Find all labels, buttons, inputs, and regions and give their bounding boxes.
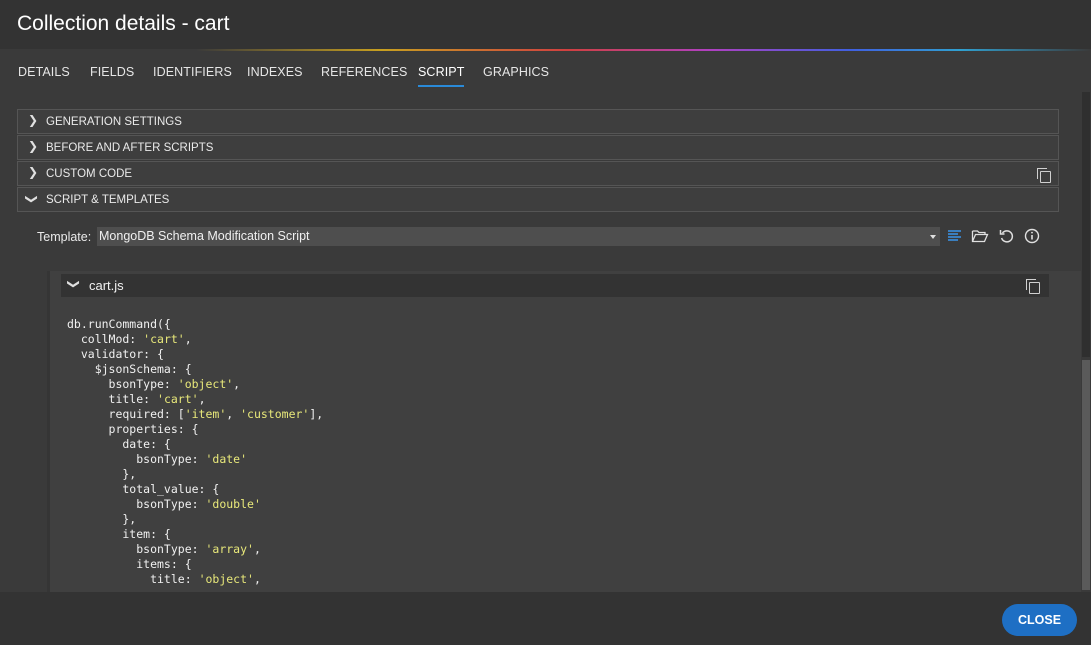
code-token: , [226,407,241,421]
copy-icon[interactable] [1026,279,1040,294]
file-name: cart.js [89,278,124,293]
code-block[interactable]: db.runCommand({ collMod: 'cart', validat… [67,317,323,587]
code-line: bsonType: 'double' [67,497,323,512]
code-line: db.runCommand({ [67,317,323,332]
code-line: collMod: 'cart', [67,332,323,347]
accordion-before-after-scripts[interactable]: ❯ BEFORE AND AFTER SCRIPTS [17,135,1059,160]
scrollbar-thumb[interactable] [1082,360,1090,590]
accordion-label: SCRIPT & TEMPLATES [46,194,170,206]
code-line: items: { [67,557,323,572]
dialog-titlebar: Collection details - cart [0,0,1091,49]
code-token: bsonType: [67,377,178,391]
dialog-footer: CLOSE [0,592,1091,645]
tab-bar: DETAILS FIELDS IDENTIFIERS INDEXES REFER… [0,51,1091,91]
code-string-token: 'cart' [143,332,185,346]
scrollbar-upper [1082,92,1090,357]
file-header[interactable]: ❯ cart.js [61,274,1049,297]
code-line: title: 'object', [67,572,323,587]
code-string-token: 'date' [205,452,248,466]
chevron-right-icon: ❯ [28,165,39,179]
code-token: collMod: [67,332,144,346]
tab-indexes[interactable]: INDEXES [247,65,303,79]
code-line: properties: { [67,422,323,437]
code-token: required: [ [67,407,185,421]
code-line: bsonType: 'object', [67,377,323,392]
tab-graphics[interactable]: GRAPHICS [483,65,549,79]
chevron-right-icon: ❯ [28,113,39,127]
code-line: bsonType: 'array', [67,542,323,557]
code-token: }, [67,512,137,526]
chevron-down-icon: ❯ [67,278,82,290]
code-string-token: 'object' [198,572,254,586]
code-line: required: ['item', 'customer'], [67,407,324,422]
code-line: $jsonSchema: { [67,362,323,377]
tab-references[interactable]: REFERENCES [321,65,407,79]
accordion-label: GENERATION SETTINGS [46,116,182,128]
code-token: items: { [67,557,192,571]
accordion-label: CUSTOM CODE [46,168,133,180]
code-token: bsonType: [67,497,206,511]
code-line: item: { [67,527,323,542]
tab-fields[interactable]: FIELDS [90,65,134,79]
accordion-custom-code[interactable]: ❯ CUSTOM CODE [17,161,1059,186]
code-token: title: [67,572,199,586]
script-tab-content: ❯ GENERATION SETTINGS ❯ BEFORE AND AFTER… [0,91,1081,592]
code-token: , [253,572,261,586]
accordion-script-templates[interactable]: ❯ SCRIPT & TEMPLATES [17,187,1059,212]
code-token: properties: { [67,422,199,436]
chevron-right-icon: ❯ [28,139,39,153]
template-select[interactable]: MongoDB Schema Modification Script [97,227,940,246]
code-token: validator: { [67,347,164,361]
code-token: total_value: { [67,482,220,496]
code-token: , [233,377,241,391]
code-token: }, [67,467,137,481]
code-line: }, [67,467,323,482]
code-token: db.runCommand({ [67,317,171,331]
code-token: item: { [67,527,171,541]
code-token: , [184,332,192,346]
code-token: bsonType: [67,542,206,556]
code-token: , [198,392,206,406]
accordion-label: BEFORE AND AFTER SCRIPTS [46,142,214,154]
code-token: ], [309,407,324,421]
code-string-token: 'customer' [240,407,310,421]
code-string-token: 'double' [205,497,261,511]
code-line: title: 'cart', [67,392,323,407]
template-row: Template: MongoDB Schema Modification Sc… [17,224,1059,256]
code-string-token: 'cart' [157,392,199,406]
chevron-down-icon: ❯ [25,193,40,205]
tab-script[interactable]: SCRIPT [418,65,465,87]
dropdown-caret-icon [930,235,936,239]
reset-icon[interactable] [998,227,1016,245]
code-token: bsonType: [67,452,206,466]
close-button[interactable]: CLOSE [1002,604,1077,636]
code-string-token: 'object' [177,377,234,391]
dialog-title: Collection details - cart [17,12,230,35]
tab-identifiers[interactable]: IDENTIFIERS [153,65,232,79]
code-string-token: 'array' [205,542,254,556]
code-token: date: { [67,437,171,451]
copy-icon[interactable] [1037,168,1051,183]
code-line: total_value: { [67,482,323,497]
code-string-token: 'item' [184,407,227,421]
template-selected-value: MongoDB Schema Modification Script [99,229,310,243]
accordion-generation-settings[interactable]: ❯ GENERATION SETTINGS [17,109,1059,134]
script-panel: ❯ cart.js db.runCommand({ collMod: 'cart… [47,271,1081,592]
code-token: $jsonSchema: { [67,362,192,376]
code-line: }, [67,512,323,527]
folder-open-icon[interactable] [971,227,989,245]
code-line: validator: { [67,347,323,362]
template-label: Template: [37,230,92,244]
info-icon[interactable] [1023,227,1041,245]
code-token: , [253,542,261,556]
code-line: date: { [67,437,323,452]
format-icon[interactable] [946,227,964,245]
code-token: title: [67,392,158,406]
code-line: bsonType: 'date' [67,452,323,467]
tab-details[interactable]: DETAILS [18,65,70,79]
